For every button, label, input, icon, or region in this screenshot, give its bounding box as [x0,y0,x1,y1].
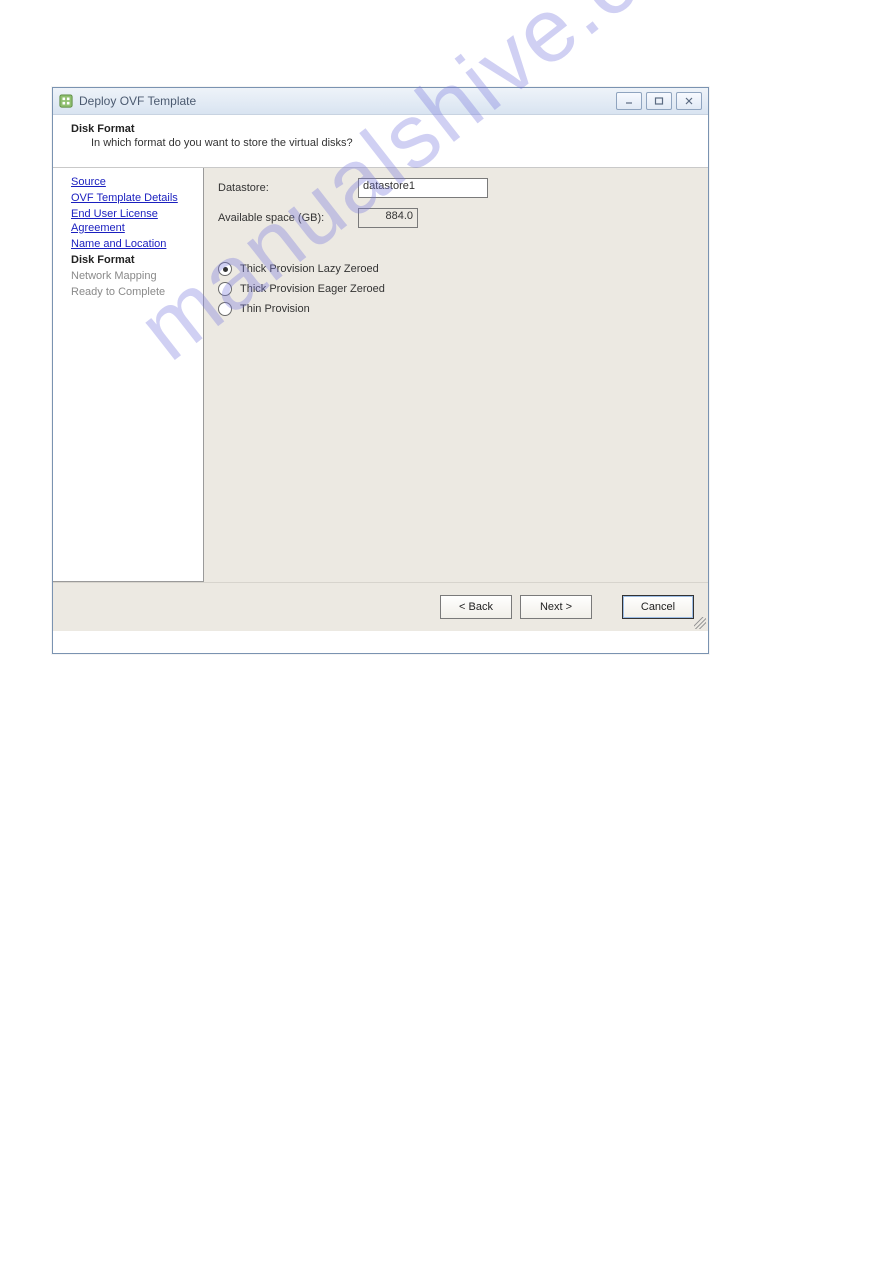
next-button[interactable]: Next > [520,595,592,619]
sidebar-item-network-mapping: Network Mapping [53,268,203,284]
sidebar-item-disk-format: Disk Format [53,252,203,268]
sidebar-item-source[interactable]: Source [53,174,203,190]
minimize-button[interactable] [616,92,642,110]
resize-grip-icon[interactable] [694,617,706,629]
available-space-label: Available space (GB): [218,212,358,224]
app-icon [59,94,73,108]
window-controls [616,92,702,110]
datastore-label: Datastore: [218,182,358,194]
disk-format-radio-group: Thick Provision Lazy Zeroed Thick Provis… [218,262,694,316]
maximize-button[interactable] [646,92,672,110]
available-space-row: Available space (GB): 884.0 [218,208,694,228]
radio-thin[interactable]: Thin Provision [218,302,694,316]
back-button[interactable]: < Back [440,595,512,619]
radio-label-thick-lazy: Thick Provision Lazy Zeroed [240,263,379,275]
sidebar-item-ovf-details[interactable]: OVF Template Details [53,190,203,206]
cancel-button[interactable]: Cancel [622,595,694,619]
body-area: Source OVF Template Details End User Lic… [53,167,708,582]
radio-label-thin: Thin Provision [240,303,310,315]
page-title: Disk Format [71,123,694,135]
sidebar-item-name-location[interactable]: Name and Location [53,236,203,252]
main-panel: Datastore: datastore1 Available space (G… [204,168,708,582]
sidebar-item-eula[interactable]: End User License Agreement [53,206,203,236]
datastore-field: datastore1 [358,178,488,198]
sidebar-item-ready-complete: Ready to Complete [53,284,203,300]
radio-thick-lazy[interactable]: Thick Provision Lazy Zeroed [218,262,694,276]
radio-label-thick-eager: Thick Provision Eager Zeroed [240,283,385,295]
titlebar[interactable]: Deploy OVF Template [53,88,708,115]
header-area: Disk Format In which format do you want … [53,115,708,167]
button-bar: < Back Next > Cancel [53,582,708,631]
radio-thick-eager[interactable]: Thick Provision Eager Zeroed [218,282,694,296]
radio-input-thin[interactable] [218,302,232,316]
available-space-field: 884.0 [358,208,418,228]
radio-input-thick-eager[interactable] [218,282,232,296]
window-title: Deploy OVF Template [79,94,616,108]
close-button[interactable] [676,92,702,110]
radio-input-thick-lazy[interactable] [218,262,232,276]
datastore-row: Datastore: datastore1 [218,178,694,198]
dialog-window: Deploy OVF Template Disk Format In which… [52,87,709,654]
page-subtitle: In which format do you want to store the… [91,137,694,149]
wizard-steps-sidebar: Source OVF Template Details End User Lic… [53,168,204,582]
